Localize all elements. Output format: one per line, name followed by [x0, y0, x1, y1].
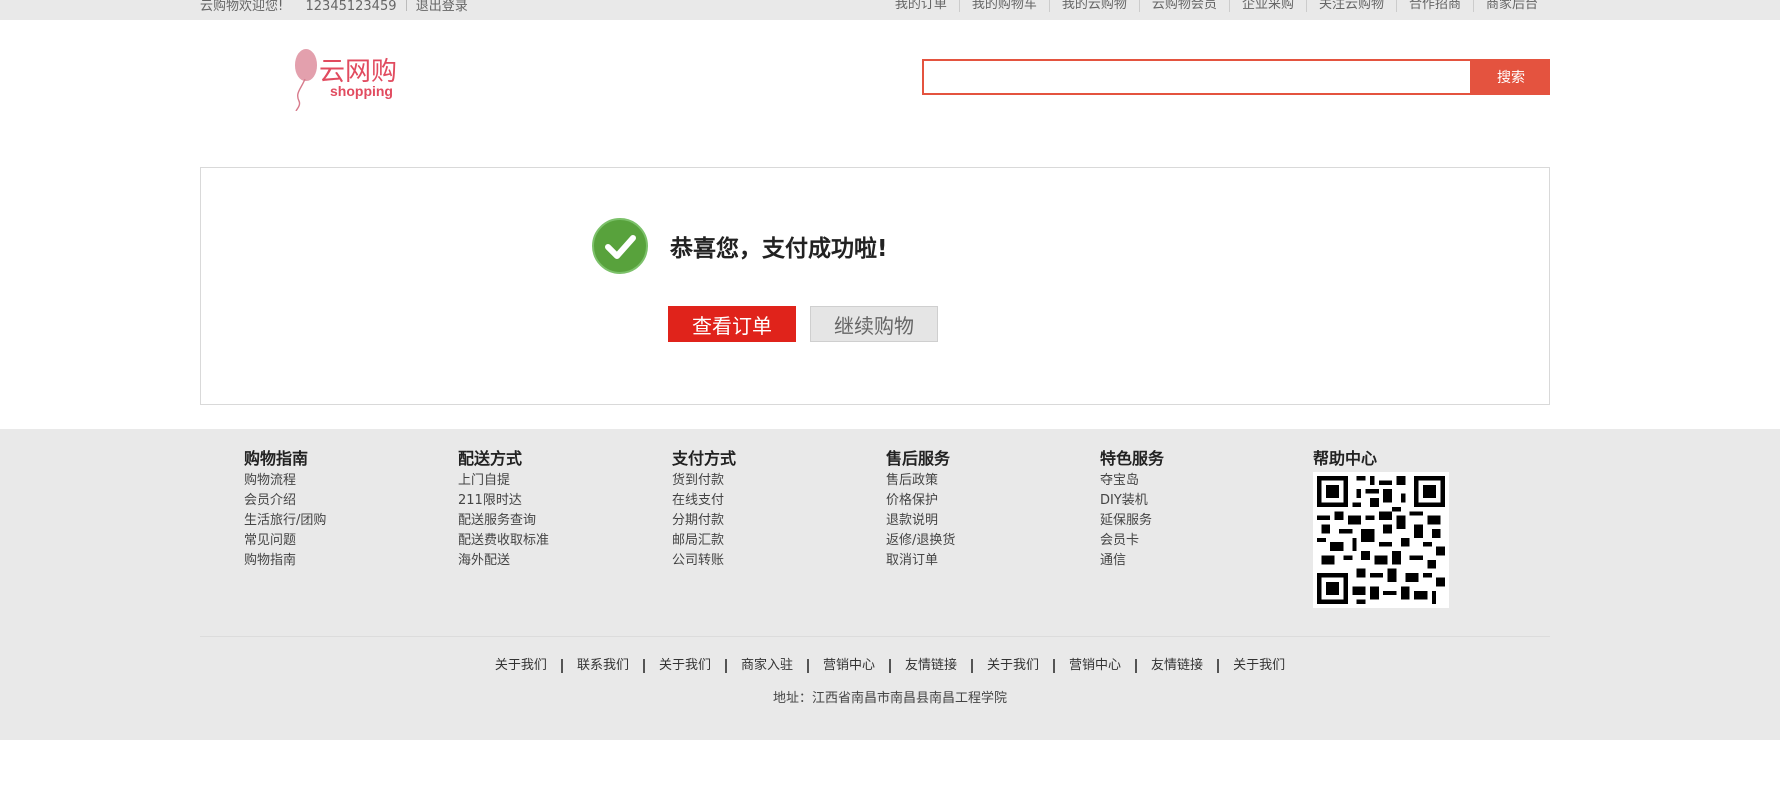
footer-link[interactable]: 会员介绍 [244, 491, 444, 511]
footer-link[interactable]: 海外配送 [458, 551, 658, 571]
footer-bottom-link[interactable]: 友情链接 [1135, 659, 1217, 673]
footer-link[interactable]: 夺宝岛 [1100, 471, 1300, 491]
payment-success-panel [200, 167, 1550, 405]
top-link-seller-center[interactable]: 商家后台 [1472, 0, 1550, 12]
footer-bottom-link[interactable]: 营销中心 [1053, 659, 1135, 673]
footer-col-title: 配送方式 [458, 449, 523, 468]
search-bar: 搜索 [922, 59, 1550, 95]
footer-link[interactable]: 购物指南 [244, 551, 444, 571]
footer-bottom-link[interactable]: 联系我们 [560, 659, 643, 673]
view-order-button[interactable]: 查看订单 [668, 306, 796, 342]
top-bar-user-info: 云购物欢迎您! 12345123459 退出登录 [200, 0, 468, 14]
continue-shopping-button[interactable]: 继续购物 [810, 306, 938, 342]
footer-col-special-services: 特色服务 夺宝岛 DIY装机 延保服务 会员卡 通信 [1100, 449, 1300, 571]
top-link-my-orders[interactable]: 我的订单 [883, 0, 959, 12]
footer-link[interactable]: 会员卡 [1100, 531, 1300, 551]
footer-bottom-link[interactable]: 关于我们 [481, 659, 561, 673]
footer-bottom-link[interactable]: 商家入驻 [724, 659, 807, 673]
top-link-enterprise[interactable]: 企业采购 [1228, 0, 1306, 12]
footer-link[interactable]: 返修/退换货 [886, 531, 1086, 551]
footer-link[interactable]: 211限时达 [458, 491, 658, 511]
footer-col-title: 购物指南 [244, 449, 309, 468]
footer: 购物指南 购物流程 会员介绍 生活旅行/团购 常见问题 购物指南 配送方式 上门… [0, 429, 1780, 740]
footer-col-delivery: 配送方式 上门自提 211限时达 配送服务查询 配送费收取标准 海外配送 [458, 449, 658, 571]
footer-link[interactable]: 购物流程 [244, 471, 444, 491]
footer-link[interactable]: 分期付款 [672, 511, 872, 531]
footer-link[interactable]: DIY装机 [1100, 491, 1300, 511]
divider [405, 0, 407, 11]
top-link-membership[interactable]: 云购物会员 [1138, 0, 1229, 12]
search-button[interactable]: 搜索 [1472, 59, 1550, 95]
balloon-string-icon [295, 79, 306, 111]
footer-bottom-links: 关于我们 联系我们 关于我们 商家入驻 营销中心 友情链接 关于我们 营销中心 友情链接 关于我们 [0, 658, 1780, 673]
footer-col-title: 帮助中心 [1313, 449, 1378, 468]
footer-link[interactable]: 常见问题 [244, 531, 444, 551]
footer-link[interactable]: 货到付款 [672, 471, 872, 491]
footer-link[interactable]: 在线支付 [672, 491, 872, 511]
footer-bottom-link[interactable]: 友情链接 [889, 659, 971, 673]
footer-link[interactable]: 取消订单 [886, 551, 1086, 571]
footer-link[interactable]: 延保服务 [1100, 511, 1300, 531]
qr-code-icon [1313, 472, 1449, 608]
footer-col-after-sales: 售后服务 售后政策 价格保护 退款说明 返修/退换货 取消订单 [886, 449, 1086, 571]
username[interactable]: 12345123459 [306, 0, 397, 14]
top-bar: 云购物欢迎您! 12345123459 退出登录 我的订单 我的购物车 我的云购… [0, 0, 1780, 20]
footer-col-payment: 支付方式 货到付款 在线支付 分期付款 邮局汇款 公司转账 [672, 449, 872, 571]
success-check-icon [592, 218, 648, 274]
footer-bottom-link[interactable]: 营销中心 [806, 659, 889, 673]
footer-col-title: 售后服务 [886, 449, 951, 468]
footer-link[interactable]: 配送服务查询 [458, 511, 658, 531]
search-input[interactable] [922, 59, 1472, 95]
footer-link[interactable]: 上门自提 [458, 471, 658, 491]
footer-link[interactable]: 退款说明 [886, 511, 1086, 531]
logo[interactable]: 云网购 shopping [293, 49, 413, 111]
footer-link[interactable]: 价格保护 [886, 491, 1086, 511]
footer-divider [200, 636, 1550, 637]
footer-link[interactable]: 配送费收取标准 [458, 531, 658, 551]
top-link-my-cart[interactable]: 我的购物车 [958, 0, 1049, 12]
footer-bottom-link[interactable]: 关于我们 [971, 659, 1053, 673]
top-link-follow[interactable]: 关注云购物 [1305, 0, 1396, 12]
footer-col-shopping-guide: 购物指南 购物流程 会员介绍 生活旅行/团购 常见问题 购物指南 [244, 449, 444, 571]
top-link-my-account[interactable]: 我的云购物 [1048, 0, 1139, 12]
footer-col-title: 支付方式 [672, 449, 737, 468]
logout-link[interactable]: 退出登录 [416, 0, 468, 14]
top-bar-inner: 云购物欢迎您! 12345123459 退出登录 我的订单 我的购物车 我的云购… [200, 0, 1550, 15]
footer-address: 地址：江西省南昌市南昌县南昌工程学院 [772, 691, 1007, 706]
footer-col-title: 特色服务 [1100, 449, 1165, 468]
footer-link[interactable]: 公司转账 [672, 551, 872, 571]
footer-bottom-link[interactable]: 关于我们 [1217, 659, 1299, 673]
top-nav: 我的订单 我的购物车 我的云购物 云购物会员 企业采购 关注云购物 合作招商 商… [883, 0, 1550, 12]
logo-subtext: shopping [330, 83, 393, 99]
footer-col-help-center: 帮助中心 [1313, 449, 1513, 471]
footer-link[interactable]: 售后政策 [886, 471, 1086, 491]
footer-link[interactable]: 邮局汇款 [672, 531, 872, 551]
welcome-text: 云购物欢迎您! [200, 0, 284, 14]
footer-link[interactable]: 生活旅行/团购 [244, 511, 444, 531]
footer-bottom-link[interactable]: 关于我们 [642, 659, 725, 673]
footer-link[interactable]: 通信 [1100, 551, 1300, 571]
top-link-partnership[interactable]: 合作招商 [1395, 0, 1473, 12]
success-message: 恭喜您，支付成功啦! [670, 236, 888, 262]
balloon-icon [295, 49, 317, 81]
